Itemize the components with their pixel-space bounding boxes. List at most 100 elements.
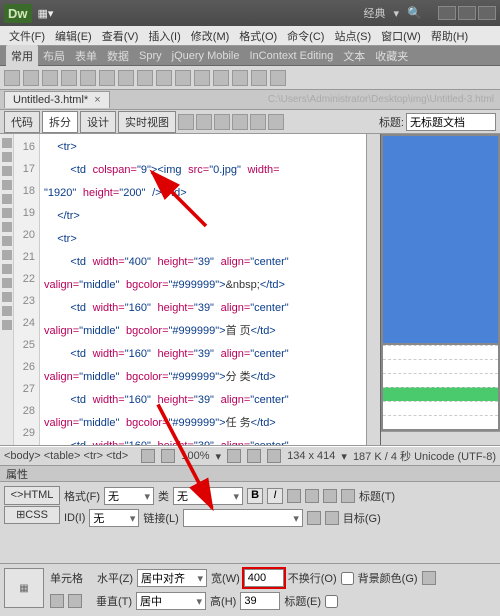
tool-icon[interactable]	[194, 70, 210, 86]
width-input[interactable]	[244, 569, 284, 587]
list-icon[interactable]	[305, 489, 319, 503]
tab-spry[interactable]: Spry	[134, 50, 167, 62]
tool-icon[interactable]	[156, 70, 172, 86]
tool-icon[interactable]	[268, 114, 284, 130]
table-preview[interactable]	[383, 345, 498, 429]
menu-modify[interactable]: 修改(M)	[186, 28, 235, 44]
menu-format[interactable]: 格式(O)	[234, 28, 282, 44]
tool-icon[interactable]	[42, 70, 58, 86]
tab-forms[interactable]: 表单	[70, 48, 102, 64]
menu-file[interactable]: 文件(F)	[4, 28, 50, 44]
halign-select[interactable]: 居中对齐	[137, 569, 207, 587]
tool-icon[interactable]	[214, 114, 230, 130]
tool-icon[interactable]	[80, 70, 96, 86]
browse-icon[interactable]	[325, 511, 339, 525]
properties-panel-header[interactable]: 属性	[0, 466, 500, 482]
tab-common[interactable]: 常用	[6, 45, 38, 67]
tool-icon[interactable]	[196, 114, 212, 130]
valign-select[interactable]: 居中	[136, 592, 206, 610]
code-editor[interactable]: 1617181920212223242526272829 <tr> <td co…	[14, 134, 366, 445]
gutter-icon[interactable]	[2, 166, 12, 176]
tab-text[interactable]: 文本	[338, 48, 370, 64]
gutter-icon[interactable]	[2, 152, 12, 162]
view-split-button[interactable]: 拆分	[42, 111, 78, 133]
tab-jquery[interactable]: jQuery Mobile	[167, 50, 245, 62]
minimize-button[interactable]	[438, 6, 456, 20]
props-css-tab[interactable]: ⊞ CSS	[4, 506, 60, 525]
design-scrollbar-h[interactable]	[381, 431, 500, 445]
tool-icon[interactable]	[23, 70, 39, 86]
gutter-icon[interactable]	[2, 264, 12, 274]
zoom-level[interactable]: 100%	[181, 450, 209, 462]
search-icon[interactable]: 🔍	[407, 6, 422, 20]
tool-icon[interactable]	[251, 70, 267, 86]
tool-icon[interactable]	[175, 70, 191, 86]
bold-button[interactable]: B	[247, 488, 263, 504]
tab-layout[interactable]: 布局	[38, 48, 70, 64]
view-live-button[interactable]: 实时视图	[118, 111, 176, 133]
design-preview[interactable]	[383, 136, 498, 343]
format-select[interactable]: 无	[104, 487, 154, 505]
point-to-file-icon[interactable]	[307, 511, 321, 525]
layout-icon[interactable]: ▦▾	[38, 7, 54, 20]
tab-fav[interactable]: 收藏夹	[370, 48, 413, 64]
tool-icon[interactable]	[4, 70, 20, 86]
header-checkbox[interactable]	[325, 595, 338, 608]
hand-tool-icon[interactable]	[141, 449, 155, 463]
menu-commands[interactable]: 命令(C)	[282, 28, 329, 44]
menu-edit[interactable]: 编辑(E)	[50, 28, 97, 44]
tool-icon[interactable]	[99, 70, 115, 86]
indent-icon[interactable]	[323, 489, 337, 503]
document-tab[interactable]: Untitled-3.html* ×	[4, 91, 110, 108]
close-button[interactable]	[478, 6, 496, 20]
status-icon[interactable]	[267, 449, 281, 463]
page-title-input[interactable]	[406, 113, 496, 131]
view-code-button[interactable]: 代码	[4, 111, 40, 133]
tool-icon[interactable]	[137, 70, 153, 86]
maximize-button[interactable]	[458, 6, 476, 20]
zoom-tool-icon[interactable]	[161, 449, 175, 463]
tab-incontext[interactable]: InContext Editing	[244, 50, 338, 62]
close-tab-icon[interactable]: ×	[94, 94, 100, 106]
gutter-icon[interactable]	[2, 306, 12, 316]
tag-selector[interactable]: <body> <table> <tr> <td>	[4, 450, 128, 462]
menu-help[interactable]: 帮助(H)	[426, 28, 473, 44]
view-design-button[interactable]: 设计	[80, 111, 116, 133]
menu-insert[interactable]: 插入(I)	[143, 28, 185, 44]
menu-view[interactable]: 查看(V)	[97, 28, 144, 44]
skin-dropdown[interactable]: 经典	[364, 5, 386, 21]
gutter-icon[interactable]	[2, 138, 12, 148]
gutter-icon[interactable]	[2, 208, 12, 218]
props-html-tab[interactable]: <> HTML	[4, 486, 60, 505]
nowrap-checkbox[interactable]	[341, 572, 354, 585]
gutter-icon[interactable]	[2, 180, 12, 190]
tool-icon[interactable]	[213, 70, 229, 86]
menu-site[interactable]: 站点(S)	[329, 28, 376, 44]
window-size[interactable]: 134 x 414	[287, 450, 335, 462]
tool-icon[interactable]	[270, 70, 286, 86]
merge-icon[interactable]	[50, 594, 64, 608]
tool-icon[interactable]	[232, 114, 248, 130]
tab-data[interactable]: 数据	[102, 48, 134, 64]
tool-icon[interactable]	[178, 114, 194, 130]
list-icon[interactable]	[287, 489, 301, 503]
tool-icon[interactable]	[250, 114, 266, 130]
code-content[interactable]: <tr> <td colspan="9"><img src="0.jpg" wi…	[40, 134, 366, 445]
status-icon[interactable]	[247, 449, 261, 463]
cell-icon[interactable]: ▦	[4, 568, 44, 608]
gutter-icon[interactable]	[2, 194, 12, 204]
gutter-icon[interactable]	[2, 320, 12, 330]
id-select[interactable]: 无	[89, 509, 139, 527]
gutter-icon[interactable]	[2, 236, 12, 246]
indent-icon[interactable]	[341, 489, 355, 503]
gutter-icon[interactable]	[2, 278, 12, 288]
status-icon[interactable]	[227, 449, 241, 463]
code-scrollbar-v[interactable]	[366, 134, 380, 445]
link-select[interactable]	[183, 509, 303, 527]
tool-icon[interactable]	[232, 70, 248, 86]
tool-icon[interactable]	[118, 70, 134, 86]
color-swatch[interactable]	[422, 571, 436, 585]
gutter-icon[interactable]	[2, 250, 12, 260]
height-input[interactable]	[240, 592, 280, 610]
tool-icon[interactable]	[61, 70, 77, 86]
